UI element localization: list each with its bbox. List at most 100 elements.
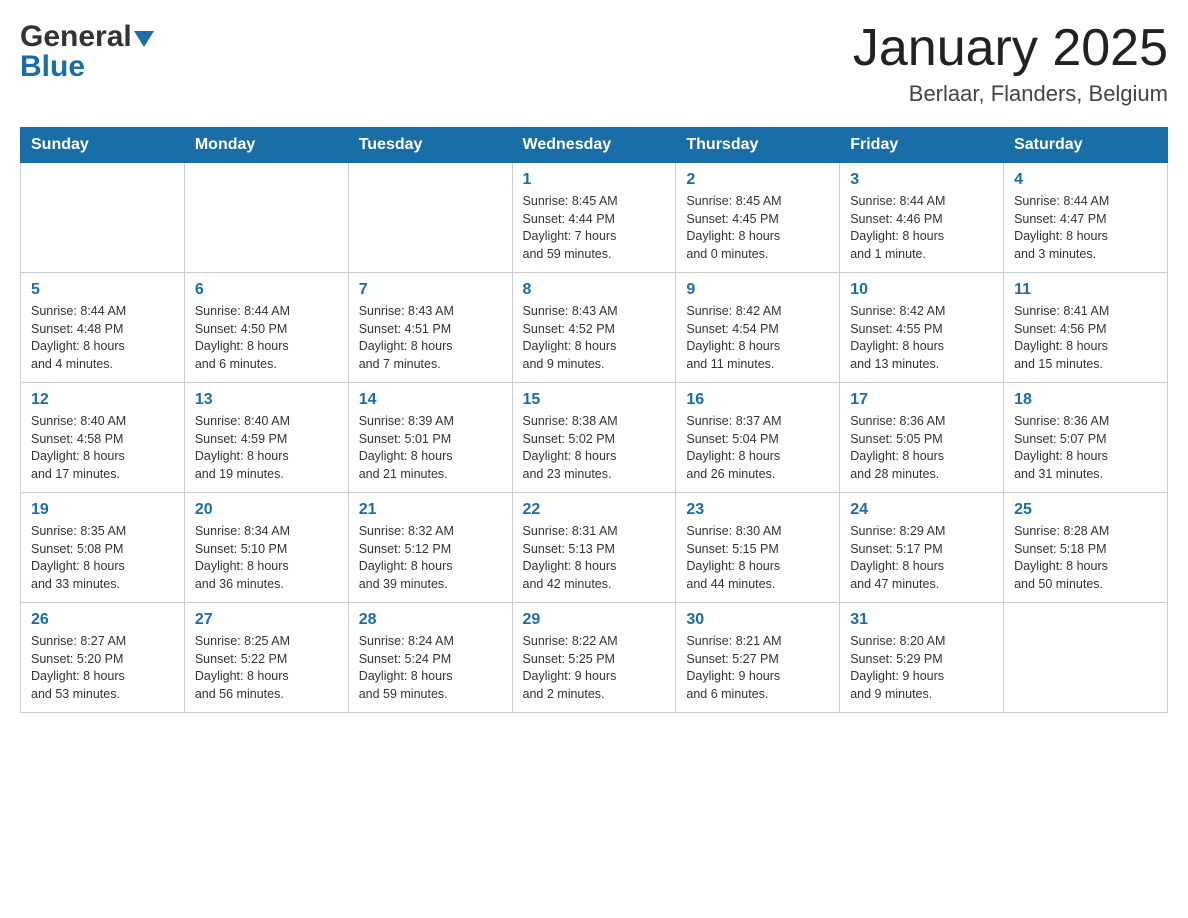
calendar-cell: 24 Sunrise: 8:29 AM Sunset: 5:17 PM Dayli… — [840, 493, 1004, 603]
calendar-header: SundayMondayTuesdayWednesdayThursdayFrid… — [21, 128, 1168, 163]
calendar-cell: 27Sunrise: 8:25 AM Sunset: 5:22 PM Dayli… — [184, 603, 348, 713]
day-number: 20 — [195, 501, 338, 519]
day-info: Sunrise: 8:31 AM Sunset: 5:13 PM Dayligh… — [523, 523, 666, 593]
calendar-cell: 30 Sunrise: 8:21 AM Sunset: 5:27 PM Dayli… — [676, 603, 840, 713]
day-number: 29 — [523, 611, 666, 629]
calendar-week-4: 19Sunrise: 8:35 AM Sunset: 5:08 PM Dayli… — [21, 493, 1168, 603]
calendar-cell: 18 Sunrise: 8:36 AM Sunset: 5:07 PM Dayli… — [1004, 383, 1168, 493]
calendar-cell: 17 Sunrise: 8:36 AM Sunset: 5:05 PM Dayli… — [840, 383, 1004, 493]
month-title: January 2025 — [853, 20, 1168, 77]
day-number: 23 — [686, 501, 829, 519]
calendar-cell: 9Sunrise: 8:42 AM Sunset: 4:54 PM Daylig… — [676, 273, 840, 383]
calendar-week-2: 5 Sunrise: 8:44 AM Sunset: 4:48 PM Daylig… — [21, 273, 1168, 383]
day-number: 15 — [523, 391, 666, 409]
day-number: 13 — [195, 391, 338, 409]
day-info: Sunrise: 8:44 AM Sunset: 4:48 PM Dayligh… — [31, 303, 174, 373]
calendar-cell: 3 Sunrise: 8:44 AM Sunset: 4:46 PM Daylig… — [840, 163, 1004, 273]
day-number: 24 — [850, 501, 993, 519]
calendar-cell: 28Sunrise: 8:24 AM Sunset: 5:24 PM Dayli… — [348, 603, 512, 713]
day-info: Sunrise: 8:40 AM Sunset: 4:58 PM Dayligh… — [31, 413, 174, 483]
day-info: Sunrise: 8:44 AM Sunset: 4:47 PM Dayligh… — [1014, 193, 1157, 263]
day-info: Sunrise: 8:32 AM Sunset: 5:12 PM Dayligh… — [359, 523, 502, 593]
day-info: Sunrise: 8:43 AM Sunset: 4:51 PM Dayligh… — [359, 303, 502, 373]
day-info: Sunrise: 8:45 AM Sunset: 4:44 PM Dayligh… — [523, 193, 666, 263]
calendar-cell — [1004, 603, 1168, 713]
day-info: Sunrise: 8:44 AM Sunset: 4:46 PM Dayligh… — [850, 193, 993, 263]
day-number: 18 — [1014, 391, 1157, 409]
calendar-cell: 7Sunrise: 8:43 AM Sunset: 4:51 PM Daylig… — [348, 273, 512, 383]
day-info: Sunrise: 8:41 AM Sunset: 4:56 PM Dayligh… — [1014, 303, 1157, 373]
day-number: 5 — [31, 281, 174, 299]
weekday-header-friday: Friday — [840, 128, 1004, 163]
calendar-cell: 25 Sunrise: 8:28 AM Sunset: 5:18 PM Dayli… — [1004, 493, 1168, 603]
calendar-cell: 29 Sunrise: 8:22 AM Sunset: 5:25 PM Dayli… — [512, 603, 676, 713]
weekday-header-thursday: Thursday — [676, 128, 840, 163]
day-info: Sunrise: 8:39 AM Sunset: 5:01 PM Dayligh… — [359, 413, 502, 483]
day-info: Sunrise: 8:38 AM Sunset: 5:02 PM Dayligh… — [523, 413, 666, 483]
day-info: Sunrise: 8:36 AM Sunset: 5:07 PM Dayligh… — [1014, 413, 1157, 483]
calendar-cell: 2 Sunrise: 8:45 AM Sunset: 4:45 PM Daylig… — [676, 163, 840, 273]
day-info: Sunrise: 8:35 AM Sunset: 5:08 PM Dayligh… — [31, 523, 174, 593]
calendar-cell: 20 Sunrise: 8:34 AM Sunset: 5:10 PM Dayli… — [184, 493, 348, 603]
day-info: Sunrise: 8:42 AM Sunset: 4:55 PM Dayligh… — [850, 303, 993, 373]
calendar-cell: 16 Sunrise: 8:37 AM Sunset: 5:04 PM Dayli… — [676, 383, 840, 493]
weekday-header-saturday: Saturday — [1004, 128, 1168, 163]
logo-blue-text: Blue — [20, 50, 154, 84]
calendar-body: 1Sunrise: 8:45 AM Sunset: 4:44 PM Daylig… — [21, 163, 1168, 713]
calendar-cell: 19Sunrise: 8:35 AM Sunset: 5:08 PM Dayli… — [21, 493, 185, 603]
day-info: Sunrise: 8:24 AM Sunset: 5:24 PM Dayligh… — [359, 633, 502, 703]
day-number: 12 — [31, 391, 174, 409]
day-number: 3 — [850, 171, 993, 189]
day-info: Sunrise: 8:27 AM Sunset: 5:20 PM Dayligh… — [31, 633, 174, 703]
calendar-cell: 21 Sunrise: 8:32 AM Sunset: 5:12 PM Dayli… — [348, 493, 512, 603]
page-header: General Blue January 2025 Berlaar, Fland… — [20, 20, 1168, 107]
day-number: 21 — [359, 501, 502, 519]
day-info: Sunrise: 8:20 AM Sunset: 5:29 PM Dayligh… — [850, 633, 993, 703]
calendar-week-5: 26 Sunrise: 8:27 AM Sunset: 5:20 PM Dayli… — [21, 603, 1168, 713]
day-number: 8 — [523, 281, 666, 299]
calendar-cell: 22 Sunrise: 8:31 AM Sunset: 5:13 PM Dayli… — [512, 493, 676, 603]
calendar-cell: 13Sunrise: 8:40 AM Sunset: 4:59 PM Dayli… — [184, 383, 348, 493]
weekday-header-wednesday: Wednesday — [512, 128, 676, 163]
calendar-week-1: 1Sunrise: 8:45 AM Sunset: 4:44 PM Daylig… — [21, 163, 1168, 273]
day-number: 26 — [31, 611, 174, 629]
calendar-cell: 11 Sunrise: 8:41 AM Sunset: 4:56 PM Dayli… — [1004, 273, 1168, 383]
calendar-cell — [184, 163, 348, 273]
weekday-header-row: SundayMondayTuesdayWednesdayThursdayFrid… — [21, 128, 1168, 163]
day-number: 30 — [686, 611, 829, 629]
day-info: Sunrise: 8:21 AM Sunset: 5:27 PM Dayligh… — [686, 633, 829, 703]
calendar-cell — [348, 163, 512, 273]
day-info: Sunrise: 8:29 AM Sunset: 5:17 PM Dayligh… — [850, 523, 993, 593]
day-info: Sunrise: 8:22 AM Sunset: 5:25 PM Dayligh… — [523, 633, 666, 703]
calendar-cell: 26 Sunrise: 8:27 AM Sunset: 5:20 PM Dayli… — [21, 603, 185, 713]
weekday-header-sunday: Sunday — [21, 128, 185, 163]
logo-triangle-icon — [134, 31, 154, 51]
day-number: 22 — [523, 501, 666, 519]
location-text: Berlaar, Flanders, Belgium — [853, 81, 1168, 107]
day-info: Sunrise: 8:34 AM Sunset: 5:10 PM Dayligh… — [195, 523, 338, 593]
day-info: Sunrise: 8:36 AM Sunset: 5:05 PM Dayligh… — [850, 413, 993, 483]
logo: General Blue — [20, 20, 154, 84]
day-info: Sunrise: 8:44 AM Sunset: 4:50 PM Dayligh… — [195, 303, 338, 373]
day-info: Sunrise: 8:45 AM Sunset: 4:45 PM Dayligh… — [686, 193, 829, 263]
day-number: 6 — [195, 281, 338, 299]
day-info: Sunrise: 8:28 AM Sunset: 5:18 PM Dayligh… — [1014, 523, 1157, 593]
day-number: 11 — [1014, 281, 1157, 299]
day-info: Sunrise: 8:42 AM Sunset: 4:54 PM Dayligh… — [686, 303, 829, 373]
calendar-table: SundayMondayTuesdayWednesdayThursdayFrid… — [20, 127, 1168, 713]
calendar-cell: 15 Sunrise: 8:38 AM Sunset: 5:02 PM Dayli… — [512, 383, 676, 493]
day-info: Sunrise: 8:37 AM Sunset: 5:04 PM Dayligh… — [686, 413, 829, 483]
calendar-cell: 10Sunrise: 8:42 AM Sunset: 4:55 PM Dayli… — [840, 273, 1004, 383]
calendar-week-3: 12 Sunrise: 8:40 AM Sunset: 4:58 PM Dayli… — [21, 383, 1168, 493]
calendar-cell: 1Sunrise: 8:45 AM Sunset: 4:44 PM Daylig… — [512, 163, 676, 273]
day-number: 25 — [1014, 501, 1157, 519]
day-number: 17 — [850, 391, 993, 409]
day-info: Sunrise: 8:43 AM Sunset: 4:52 PM Dayligh… — [523, 303, 666, 373]
day-info: Sunrise: 8:30 AM Sunset: 5:15 PM Dayligh… — [686, 523, 829, 593]
day-number: 16 — [686, 391, 829, 409]
weekday-header-monday: Monday — [184, 128, 348, 163]
calendar-cell: 31Sunrise: 8:20 AM Sunset: 5:29 PM Dayli… — [840, 603, 1004, 713]
calendar-cell — [21, 163, 185, 273]
day-number: 4 — [1014, 171, 1157, 189]
day-number: 2 — [686, 171, 829, 189]
